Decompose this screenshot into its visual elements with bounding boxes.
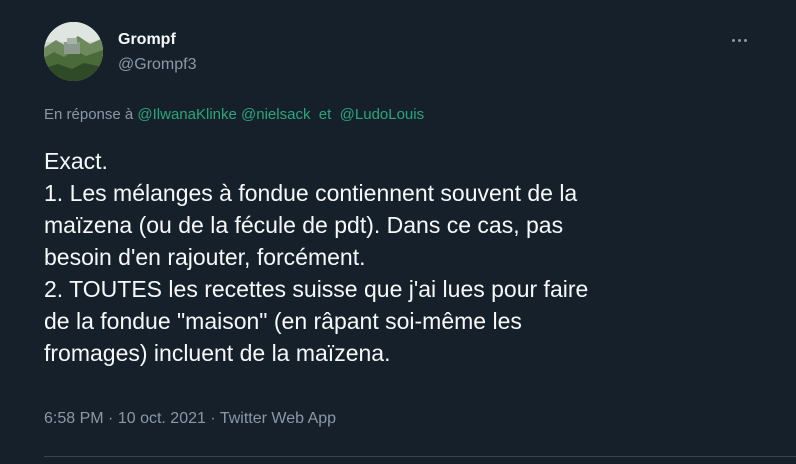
more-horizontal-icon bbox=[737, 38, 741, 42]
reply-prefix: En réponse à bbox=[44, 106, 134, 123]
mention-link[interactable]: @IlwanaKlinke bbox=[137, 106, 236, 123]
tweet-source[interactable]: Twitter Web App bbox=[220, 410, 336, 427]
tweet-text-line: Exact. bbox=[44, 148, 108, 174]
reply-context: En réponse à @IlwanaKlinke @nielsack et … bbox=[44, 106, 424, 123]
more-options-button[interactable] bbox=[724, 28, 754, 52]
tweet-meta: 6:58 PM · 10 oct. 2021 · Twitter Web App bbox=[44, 410, 336, 428]
author-display-name[interactable]: Grompf bbox=[118, 31, 176, 49]
tweet-text-line: 2. TOUTES les recettes suisse que j'ai l… bbox=[44, 276, 589, 302]
tweet-text: Exact. 1. Les mélanges à fondue contienn… bbox=[44, 145, 764, 369]
tweet-text-line: fromages) incluent de la maïzena. bbox=[44, 340, 391, 366]
more-horizontal-icon bbox=[731, 38, 735, 42]
reply-separator: et bbox=[318, 106, 332, 123]
avatar[interactable] bbox=[44, 22, 103, 81]
tweet-text-line: de la fondue "maison" (en râpant soi-mêm… bbox=[44, 308, 522, 334]
tweet-time[interactable]: 6:58 PM bbox=[44, 410, 104, 427]
tweet-text-line: besoin d'en rajouter, forcément. bbox=[44, 244, 366, 270]
author-handle[interactable]: @Grompf3 bbox=[118, 56, 196, 74]
mention-link[interactable]: @nielsack bbox=[241, 106, 310, 123]
tweet-date[interactable]: 10 oct. 2021 bbox=[118, 410, 206, 427]
divider bbox=[44, 456, 796, 457]
avatar-image bbox=[44, 22, 103, 81]
more-horizontal-icon bbox=[743, 38, 747, 42]
meta-separator: · bbox=[210, 410, 216, 427]
tweet-text-line: 1. Les mélanges à fondue contiennent sou… bbox=[44, 180, 578, 206]
tweet-card: Grompf @Grompf3 En réponse à @IlwanaKlin… bbox=[0, 0, 796, 464]
tweet-text-line: maïzena (ou de la fécule de pdt). Dans c… bbox=[44, 212, 564, 238]
mention-link[interactable]: @LudoLouis bbox=[340, 106, 424, 123]
meta-separator: · bbox=[108, 410, 114, 427]
